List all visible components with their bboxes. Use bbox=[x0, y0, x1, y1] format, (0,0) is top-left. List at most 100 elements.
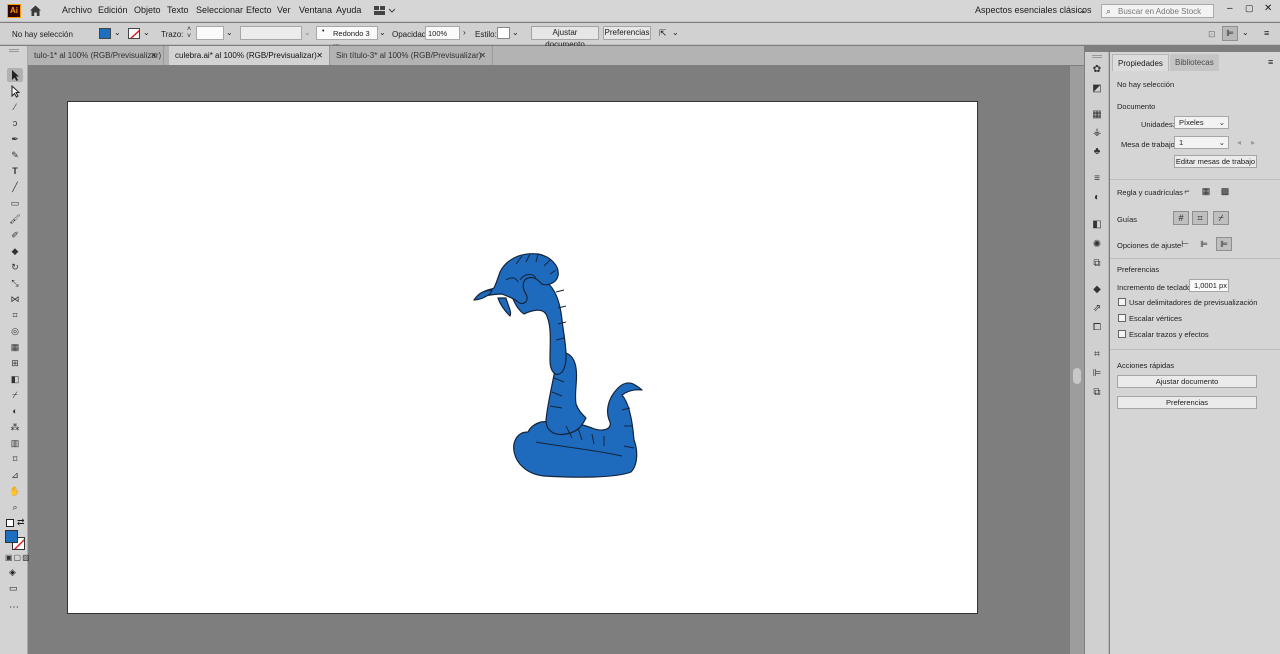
chevron-down-icon[interactable]: ⌄ bbox=[672, 28, 679, 37]
close-window-button[interactable]: ✕ bbox=[1264, 3, 1272, 14]
toolbar-grip[interactable] bbox=[9, 49, 19, 52]
perspective-grid-tool-icon[interactable]: ▦ bbox=[7, 340, 23, 354]
menu-ayuda[interactable]: Ayuda bbox=[336, 5, 361, 15]
snap-to-point-icon[interactable]: ⊢ bbox=[1177, 237, 1193, 251]
paintbrush-tool-icon[interactable]: 🖌 bbox=[7, 212, 23, 226]
chevron-down-icon[interactable]: ⌄ bbox=[226, 28, 233, 37]
arrange-icon[interactable]: ⊫ bbox=[1222, 26, 1238, 41]
tab-culebra[interactable]: culebra.ai* al 100% (RGB/Previsualizar) … bbox=[169, 46, 330, 65]
quick-preferences-button[interactable]: Preferencias bbox=[1117, 396, 1257, 409]
shape-builder-tool-icon[interactable]: ◎ bbox=[7, 324, 23, 338]
pathfinder-icon[interactable]: ⧉ bbox=[1091, 387, 1103, 399]
menu-edicion[interactable]: Edición bbox=[98, 5, 128, 15]
close-icon[interactable]: ✕ bbox=[150, 46, 157, 65]
lock-guides-icon[interactable]: ⌗ bbox=[1192, 211, 1208, 225]
brush-definition[interactable]: • Redondo 3 ... bbox=[316, 26, 378, 47]
select-similar-icon[interactable]: ⇱ bbox=[659, 28, 667, 39]
stroke-weight-field[interactable] bbox=[196, 26, 224, 40]
direct-selection-tool-icon[interactable] bbox=[7, 84, 23, 98]
magic-wand-tool-icon[interactable]: ⁄ bbox=[7, 100, 23, 114]
gradient-panel-icon[interactable]: ◐ bbox=[1091, 192, 1103, 204]
tab-properties[interactable]: Propiedades bbox=[1112, 54, 1169, 71]
symbol-sprayer-tool-icon[interactable]: ⁂ bbox=[7, 420, 23, 434]
panel-menu-icon[interactable]: ≡ bbox=[1264, 28, 1269, 38]
scrollbar-thumb[interactable] bbox=[1073, 368, 1081, 384]
close-icon[interactable]: ✕ bbox=[479, 46, 486, 65]
strip-grip[interactable] bbox=[1092, 55, 1102, 58]
color-guide-icon[interactable]: ◩ bbox=[1091, 83, 1103, 95]
next-artboard-icon[interactable]: ▸ bbox=[1251, 138, 1255, 147]
tab-libraries[interactable]: Bibliotecas bbox=[1170, 54, 1219, 71]
color-panel-icon[interactable]: ✿ bbox=[1091, 64, 1103, 76]
type-tool-icon[interactable]: T bbox=[7, 164, 23, 178]
quick-fit-document-button[interactable]: Ajustar documento bbox=[1117, 375, 1257, 388]
stroke-swatch[interactable] bbox=[128, 28, 140, 39]
close-icon[interactable]: ✕ bbox=[316, 46, 323, 65]
rectangle-tool-icon[interactable]: ▭ bbox=[7, 196, 23, 210]
fill-color-box[interactable] bbox=[5, 530, 18, 543]
panel-menu-icon[interactable]: ≡ bbox=[1268, 57, 1273, 67]
color-mode-icon[interactable]: ▣▢▨ bbox=[5, 553, 31, 562]
hand-tool-icon[interactable]: ✋ bbox=[7, 484, 23, 498]
eraser-tool-icon[interactable]: ◆ bbox=[7, 244, 23, 258]
width-tool-icon[interactable]: ⋈ bbox=[7, 292, 23, 306]
tab-titulo-1[interactable]: tulo-1* al 100% (RGB/Previsualizar) ✕ bbox=[28, 46, 164, 65]
rulers-icon[interactable]: ⌐ bbox=[1179, 184, 1195, 198]
zoom-tool-icon[interactable]: ⌕ bbox=[7, 500, 23, 514]
snake-artwork[interactable] bbox=[446, 250, 646, 480]
gradient-tool-icon[interactable]: ◧ bbox=[7, 372, 23, 386]
edit-artboards-button[interactable]: Editar mesas de trabajo bbox=[1174, 155, 1257, 168]
menu-archivo[interactable]: Archivo bbox=[62, 5, 92, 15]
rotate-tool-icon[interactable]: ↻ bbox=[7, 260, 23, 274]
snap-to-grid-icon[interactable]: ⊫ bbox=[1216, 237, 1232, 251]
units-select[interactable]: Píxeles ⌄ bbox=[1174, 116, 1229, 129]
menu-efecto[interactable]: Efecto bbox=[246, 5, 272, 15]
menu-texto[interactable]: Texto bbox=[167, 5, 189, 15]
chevron-down-icon[interactable]: ⌄ bbox=[143, 28, 150, 37]
smart-guides-icon[interactable]: ⌿ bbox=[1213, 211, 1229, 225]
curvature-tool-icon[interactable]: ✎ bbox=[7, 148, 23, 162]
brushes-icon[interactable]: ⚶ bbox=[1091, 127, 1103, 139]
shaper-tool-icon[interactable]: ✐ bbox=[7, 228, 23, 242]
chevron-down-icon[interactable]: ⌄ bbox=[304, 28, 311, 37]
stroke-panel-icon[interactable]: ≡ bbox=[1091, 173, 1103, 185]
align-icon[interactable]: ⊡ bbox=[1208, 29, 1216, 40]
show-guides-icon[interactable]: # bbox=[1173, 211, 1189, 225]
screen-mode-icon[interactable]: ▭ bbox=[9, 583, 18, 594]
artboards-icon[interactable]: ⧠ bbox=[1091, 322, 1103, 334]
selection-tool-icon[interactable] bbox=[7, 68, 23, 82]
scale-corners-checkbox[interactable] bbox=[1118, 314, 1126, 322]
appearance-icon[interactable]: ✺ bbox=[1091, 239, 1103, 251]
layers-icon[interactable]: ◆ bbox=[1091, 284, 1103, 296]
menu-ventana[interactable]: Ventana bbox=[299, 5, 332, 15]
variable-width-profile[interactable] bbox=[240, 26, 302, 40]
swatches-icon[interactable]: ▦ bbox=[1091, 109, 1103, 121]
drawing-mode-icon[interactable]: ◈ bbox=[9, 567, 16, 578]
graphic-style-swatch[interactable] bbox=[497, 27, 510, 39]
chevron-right-icon[interactable]: › bbox=[463, 28, 466, 37]
default-colors-icon[interactable] bbox=[6, 519, 14, 527]
vertical-scrollbar[interactable] bbox=[1070, 66, 1084, 654]
preview-bounds-checkbox[interactable] bbox=[1118, 298, 1126, 306]
menu-objeto[interactable]: Objeto bbox=[134, 5, 161, 15]
tab-sin-titulo-3[interactable]: Sin título-3* al 100% (RGB/Previsualizar… bbox=[330, 46, 493, 65]
artboard-select[interactable]: 1 ⌄ bbox=[1174, 136, 1229, 149]
swap-colors-icon[interactable]: ⇄ bbox=[17, 517, 25, 528]
symbols-icon[interactable]: ♣ bbox=[1091, 146, 1103, 158]
arrange-documents-icon[interactable] bbox=[374, 6, 396, 16]
more-tools-icon[interactable]: ⋯ bbox=[9, 602, 19, 613]
chevron-down-icon[interactable]: ⌄ bbox=[114, 28, 121, 37]
eyedropper-tool-icon[interactable]: ⌿ bbox=[7, 388, 23, 402]
opacity-field[interactable]: 100% bbox=[425, 26, 460, 40]
transparency-icon[interactable]: ◧ bbox=[1091, 219, 1103, 231]
scale-strokes-checkbox[interactable] bbox=[1118, 330, 1126, 338]
fill-swatch[interactable] bbox=[99, 28, 111, 39]
mesh-tool-icon[interactable]: ⊞ bbox=[7, 356, 23, 370]
blend-tool-icon[interactable]: ◐ bbox=[7, 404, 23, 418]
line-tool-icon[interactable]: ╱ bbox=[7, 180, 23, 194]
transparency-grid-icon[interactable]: ▩ bbox=[1217, 184, 1233, 198]
graph-tool-icon[interactable]: ▥ bbox=[7, 436, 23, 450]
slice-tool-icon[interactable]: ⊿ bbox=[7, 468, 23, 482]
transform-icon[interactable]: ⌗ bbox=[1091, 349, 1103, 361]
stroke-stepper[interactable]: ˄ ˅ bbox=[183, 26, 195, 40]
